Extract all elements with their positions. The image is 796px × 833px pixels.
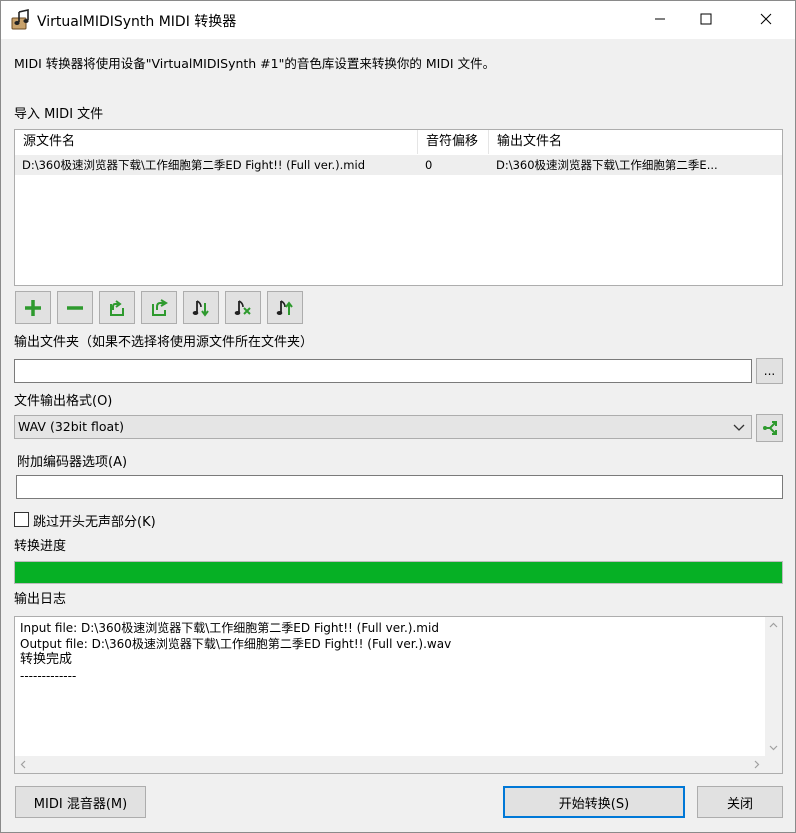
export-icon xyxy=(152,298,168,316)
minimize-icon xyxy=(655,18,665,20)
minimize-button[interactable] xyxy=(637,1,683,37)
row-offset-cell: 0 xyxy=(425,158,433,172)
add-icon xyxy=(25,299,41,316)
output-folder-input[interactable] xyxy=(14,359,752,383)
scroll-corner xyxy=(765,756,782,773)
offset-reset-button[interactable] xyxy=(225,291,261,324)
client-area: MIDI 转换器将使用设备"VirtualMIDISynth #1"的音色库设置… xyxy=(1,39,795,832)
scroll-right-arrow[interactable] xyxy=(748,756,765,773)
chevron-up-icon xyxy=(769,622,778,628)
import-label: 导入 MIDI 文件 xyxy=(14,107,104,122)
log-line: Output file: D:\360极速浏览器下载\工作细胞第二季ED Fig… xyxy=(20,637,452,651)
log-line: Input file: D:\360极速浏览器下载\工作细胞第二季ED Figh… xyxy=(20,621,439,635)
close-icon xyxy=(760,13,772,25)
remove-icon xyxy=(67,305,83,310)
log-text: Input file: D:\360极速浏览器下载\工作细胞第二季ED Figh… xyxy=(20,620,451,684)
output-folder-label: 输出文件夹（如果不选择将使用源文件所在文件夹） xyxy=(14,335,314,350)
format-select[interactable]: WAV (32bit float) xyxy=(14,415,752,439)
scroll-up-arrow[interactable] xyxy=(765,617,782,634)
output-log[interactable]: Input file: D:\360极速浏览器下载\工作细胞第二季ED Figh… xyxy=(14,616,783,774)
list-item[interactable]: D:\360极速浏览器下载\工作细胞第二季ED Fight!! (Full ve… xyxy=(15,155,782,175)
chevron-right-icon xyxy=(754,760,760,769)
log-horizontal-scrollbar[interactable] xyxy=(15,756,765,773)
export-list-button[interactable] xyxy=(141,291,177,324)
column-offset[interactable]: 音符偏移 xyxy=(418,130,489,154)
scroll-down-arrow[interactable] xyxy=(765,739,782,756)
intro-text: MIDI 转换器将使用设备"VirtualMIDISynth #1"的音色库设置… xyxy=(14,56,496,71)
maximize-icon xyxy=(700,13,712,25)
remove-file-button[interactable] xyxy=(57,291,93,324)
music-note-app-icon xyxy=(11,9,29,30)
row-source-cell: D:\360极速浏览器下载\工作细胞第二季ED Fight!! (Full ve… xyxy=(22,158,366,172)
scroll-left-arrow[interactable] xyxy=(15,756,32,773)
format-settings-button[interactable] xyxy=(756,414,783,442)
start-convert-button[interactable]: 开始转换(S) xyxy=(503,786,685,818)
progress-label: 转换进度 xyxy=(14,539,67,554)
chevron-down-icon xyxy=(769,745,778,751)
window-title: VirtualMIDISynth MIDI 转换器 xyxy=(37,14,237,30)
progress-fill xyxy=(15,562,782,583)
maximize-button[interactable] xyxy=(683,1,729,37)
encoder-options-input[interactable] xyxy=(16,475,783,499)
offset-up-button[interactable] xyxy=(267,291,303,324)
log-line: ------------- xyxy=(20,669,77,683)
converter-window: VirtualMIDISynth MIDI 转换器 MIDI 转换器将使用设备"… xyxy=(0,0,796,833)
note-down-icon xyxy=(192,299,209,317)
log-vertical-scrollbar[interactable] xyxy=(765,617,782,756)
chevron-left-icon xyxy=(20,760,26,769)
close-button[interactable]: 关闭 xyxy=(697,786,783,818)
import-list-button[interactable] xyxy=(99,291,135,324)
encoder-options-label: 附加编码器选项(A) xyxy=(17,455,128,470)
conversion-progress-bar xyxy=(14,561,783,584)
browse-folder-button[interactable]: ... xyxy=(756,358,783,384)
encoder-branch-icon xyxy=(762,421,777,435)
column-source[interactable]: 源文件名 xyxy=(15,130,418,154)
skip-silence-checkbox[interactable] xyxy=(14,512,29,527)
chevron-down-icon xyxy=(733,424,745,431)
skip-silence-label[interactable]: 跳过开头无声部分(K) xyxy=(33,511,156,530)
log-label: 输出日志 xyxy=(14,592,67,607)
note-delete-icon xyxy=(234,299,251,315)
list-header: 源文件名 音符偏移 输出文件名 xyxy=(15,130,782,154)
format-label: 文件输出格式(O) xyxy=(14,394,113,409)
log-line: 转换完成 xyxy=(20,652,73,667)
row-output-cell: D:\360极速浏览器下载\工作细胞第二季E... xyxy=(496,158,718,172)
format-selected-value: WAV (32bit float) xyxy=(18,419,124,434)
title-bar[interactable]: VirtualMIDISynth MIDI 转换器 xyxy=(1,1,795,39)
close-window-button[interactable] xyxy=(743,1,789,37)
add-file-button[interactable] xyxy=(15,291,51,324)
column-output[interactable]: 输出文件名 xyxy=(489,130,782,154)
offset-down-button[interactable] xyxy=(183,291,219,324)
import-icon xyxy=(110,299,124,316)
midi-mixer-button[interactable]: MIDI 混音器(M) xyxy=(15,786,146,818)
midi-file-list[interactable]: 源文件名 音符偏移 输出文件名 D:\360极速浏览器下载\工作细胞第二季ED … xyxy=(14,129,783,286)
note-up-icon xyxy=(276,299,293,315)
